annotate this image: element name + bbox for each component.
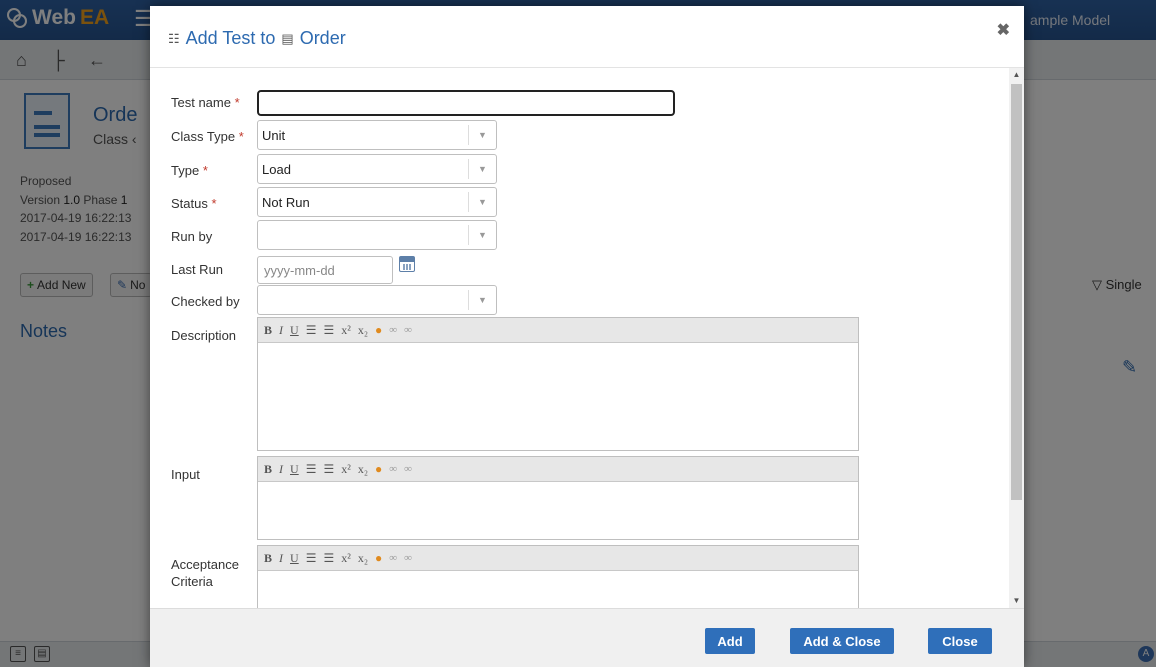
add-and-close-button[interactable]: Add & Close: [790, 628, 894, 654]
ordered-list-icon[interactable]: ☰: [306, 551, 317, 566]
bold-icon[interactable]: B: [264, 551, 272, 566]
type-value: Load: [262, 162, 291, 177]
type-label: Type *: [171, 162, 208, 179]
link-icon[interactable]: ∞: [389, 463, 397, 475]
chevron-down-icon[interactable]: ▼: [468, 290, 496, 310]
dialog-scrollbar[interactable]: ▲ ▼: [1009, 68, 1024, 608]
unlink-icon[interactable]: ∞: [404, 324, 412, 336]
input-text-area[interactable]: [258, 482, 858, 539]
required-marker: *: [211, 196, 217, 211]
test-name-label: Test name *: [171, 94, 240, 111]
class-type-select[interactable]: Unit ▼: [257, 120, 497, 150]
dialog-title: ☷ Add Test to ▤ Order: [168, 28, 346, 49]
acceptance-label-line1: Acceptance: [171, 557, 239, 572]
unlink-icon[interactable]: ∞: [404, 463, 412, 475]
description-label: Description: [171, 328, 237, 343]
underline-icon[interactable]: U: [290, 323, 299, 338]
status-value: Not Run: [262, 195, 310, 210]
link-icon[interactable]: ∞: [389, 324, 397, 336]
scroll-down-arrow-icon[interactable]: ▼: [1009, 594, 1024, 608]
bullet-list-icon[interactable]: ☰: [323, 323, 334, 338]
status-label: Status *: [171, 195, 217, 212]
description-editor-toolbar: B I U ☰ ☰ x² x₂ ● ∞ ∞: [258, 318, 858, 343]
add-test-dialog: ☷ Add Test to ▤ Order ✖ Test name * Clas…: [150, 6, 1024, 667]
test-icon: ☷: [168, 30, 180, 46]
description-editor: B I U ☰ ☰ x² x₂ ● ∞ ∞: [257, 317, 859, 451]
superscript-icon[interactable]: x²: [341, 462, 351, 477]
input-editor: B I U ☰ ☰ x² x₂ ● ∞ ∞: [257, 456, 859, 540]
add-button[interactable]: Add: [705, 628, 755, 654]
italic-icon[interactable]: I: [279, 551, 283, 566]
type-select[interactable]: Load ▼: [257, 154, 497, 184]
last-run-date-input[interactable]: [257, 256, 393, 284]
link-icon[interactable]: ∞: [389, 552, 397, 564]
dialog-close-icon[interactable]: ✖: [997, 20, 1010, 40]
run-by-select[interactable]: ▼: [257, 220, 497, 250]
subscript-icon[interactable]: x₂: [358, 462, 368, 477]
type-label-text: Type: [171, 163, 200, 178]
scrollbar-thumb[interactable]: [1011, 84, 1022, 500]
chevron-down-icon[interactable]: ▼: [468, 192, 496, 212]
ordered-list-icon[interactable]: ☰: [306, 323, 317, 338]
acceptance-criteria-label: Acceptance Criteria: [171, 556, 239, 590]
underline-icon[interactable]: U: [290, 551, 299, 566]
text-color-icon[interactable]: ●: [375, 462, 382, 477]
close-button[interactable]: Close: [928, 628, 992, 654]
superscript-icon[interactable]: x²: [341, 551, 351, 566]
class-type-label: Class Type *: [171, 128, 244, 145]
bold-icon[interactable]: B: [264, 323, 272, 338]
input-editor-toolbar: B I U ☰ ☰ x² x₂ ● ∞ ∞: [258, 457, 858, 482]
italic-icon[interactable]: I: [279, 462, 283, 477]
order-class-icon: ▤: [281, 30, 294, 46]
acceptance-label-line2: Criteria: [171, 574, 213, 589]
status-label-text: Status: [171, 196, 208, 211]
run-by-label: Run by: [171, 229, 213, 244]
required-marker: *: [234, 95, 240, 110]
chevron-down-icon[interactable]: ▼: [468, 159, 496, 179]
scroll-up-arrow-icon[interactable]: ▲: [1009, 68, 1024, 82]
status-select[interactable]: Not Run ▼: [257, 187, 497, 217]
bullet-list-icon[interactable]: ☰: [323, 551, 334, 566]
acceptance-text-area[interactable]: [258, 571, 858, 608]
superscript-icon[interactable]: x²: [341, 323, 351, 338]
dialog-title-target: Order: [299, 28, 346, 48]
dialog-header: ☷ Add Test to ▤ Order ✖: [150, 6, 1024, 68]
calendar-icon[interactable]: [399, 256, 415, 272]
chevron-down-icon[interactable]: ▼: [468, 125, 496, 145]
dialog-footer: Add Add & Close Close: [150, 608, 1024, 667]
italic-icon[interactable]: I: [279, 323, 283, 338]
required-marker: *: [238, 129, 244, 144]
text-color-icon[interactable]: ●: [375, 323, 382, 338]
class-type-value: Unit: [262, 128, 286, 143]
acceptance-editor-toolbar: B I U ☰ ☰ x² x₂ ● ∞ ∞: [258, 546, 858, 571]
bold-icon[interactable]: B: [264, 462, 272, 477]
description-text-area[interactable]: [258, 343, 858, 450]
unlink-icon[interactable]: ∞: [404, 552, 412, 564]
underline-icon[interactable]: U: [290, 462, 299, 477]
ordered-list-icon[interactable]: ☰: [306, 462, 317, 477]
chevron-down-icon[interactable]: ▼: [468, 225, 496, 245]
test-name-input[interactable]: [257, 90, 675, 116]
checked-by-label: Checked by: [171, 294, 240, 309]
last-run-label: Last Run: [171, 262, 224, 277]
required-marker: *: [202, 163, 208, 178]
test-name-label-text: Test name: [171, 95, 231, 110]
bullet-list-icon[interactable]: ☰: [323, 462, 334, 477]
input-label: Input: [171, 467, 200, 482]
acceptance-criteria-editor: B I U ☰ ☰ x² x₂ ● ∞ ∞: [257, 545, 859, 608]
subscript-icon[interactable]: x₂: [358, 323, 368, 338]
subscript-icon[interactable]: x₂: [358, 551, 368, 566]
dialog-body: Test name * Class Type * Unit ▼ Type * L…: [150, 68, 1024, 608]
class-type-label-text: Class Type: [171, 129, 236, 144]
checked-by-select[interactable]: ▼: [257, 285, 497, 315]
dialog-title-prefix: Add Test to: [185, 28, 276, 48]
text-color-icon[interactable]: ●: [375, 551, 382, 566]
